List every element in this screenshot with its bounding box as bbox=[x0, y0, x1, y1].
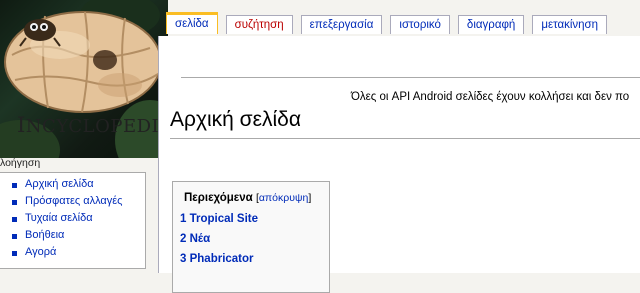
sidebar-item-label: Αγορά bbox=[25, 246, 57, 258]
toc-item-phabricator[interactable]: 3 Phabricator bbox=[180, 253, 254, 265]
sidebar-item-recent-changes[interactable]: Πρόσφατες αλλαγές bbox=[12, 195, 122, 207]
toc-item-number: 2 bbox=[180, 233, 187, 245]
page-actions-tabs: σελίδα συζήτηση επεξεργασία ιστορικό δια… bbox=[166, 12, 615, 35]
toc-item-label: Tropical Site bbox=[189, 213, 258, 225]
toc-hide-link[interactable]: απόκρυψη bbox=[259, 192, 308, 204]
content-divider bbox=[181, 77, 640, 78]
bullet-icon bbox=[12, 217, 17, 222]
main-content: Όλες οι API Android σελίδες έχουν κολλήσ… bbox=[158, 36, 640, 293]
tab-edit[interactable]: επεξεργασία bbox=[300, 15, 383, 34]
bullet-icon bbox=[12, 200, 17, 205]
bullet-icon bbox=[12, 234, 17, 239]
sidebar-item-help[interactable]: Βοήθεια bbox=[12, 229, 64, 241]
tab-history[interactable]: ιστορικό bbox=[390, 15, 450, 34]
tab-page[interactable]: σελίδα bbox=[166, 12, 218, 34]
sidebar-item-label: Αρχική σελίδα bbox=[25, 178, 94, 190]
sidebar-item-main-page[interactable]: Αρχική σελίδα bbox=[12, 178, 94, 190]
toc-title: Περιεχόμενα [απόκρυψη] bbox=[184, 192, 311, 204]
page-title: Αρχική σελίδα bbox=[170, 108, 301, 131]
site-logo[interactable]: INCYCLOPEDIA bbox=[0, 0, 168, 158]
bullet-icon bbox=[12, 251, 17, 256]
toc-item-tropical-site[interactable]: 1 Tropical Site bbox=[180, 213, 258, 225]
logo-wordmark-first-letter: I bbox=[17, 113, 26, 137]
bullet-icon bbox=[12, 183, 17, 188]
logo-wordmark: INCYCLOPEDIA bbox=[17, 113, 168, 137]
tab-move[interactable]: μετακίνηση bbox=[532, 15, 608, 34]
toc-item-label: Phabricator bbox=[189, 253, 254, 265]
title-divider bbox=[170, 138, 640, 139]
toc-item-news[interactable]: 2 Νέα bbox=[180, 233, 210, 245]
toc-item-label: Νέα bbox=[189, 233, 211, 245]
logo-wordmark-middle: NCYCLOPEDI bbox=[25, 116, 160, 137]
sidebar-item-label: Πρόσφατες αλλαγές bbox=[25, 195, 123, 207]
tab-delete[interactable]: διαγραφή bbox=[457, 15, 525, 34]
toc-toggle-close-bracket: ] bbox=[308, 192, 312, 204]
toc-heading: Περιεχόμενα bbox=[184, 192, 253, 204]
table-of-contents: Περιεχόμενα [απόκρυψη] 1 Tropical Site 2… bbox=[172, 181, 330, 293]
toc-item-number: 1 bbox=[180, 213, 187, 225]
tab-talk[interactable]: συζήτηση bbox=[225, 15, 293, 34]
toc-toggle: [απόκρυψη] bbox=[256, 192, 311, 204]
sidebar-item-market[interactable]: Αγορά bbox=[12, 246, 56, 258]
navigation-portlet: Αρχική σελίδα Πρόσφατες αλλαγές Τυχαία σ… bbox=[0, 172, 146, 269]
sidebar-item-label: Βοήθεια bbox=[25, 229, 65, 241]
sidebar-item-random-page[interactable]: Τυχαία σελίδα bbox=[12, 212, 93, 224]
site-notice: Όλες οι API Android σελίδες έχουν κολλήσ… bbox=[351, 91, 630, 103]
sidebar-item-label: Τυχαία σελίδα bbox=[25, 212, 93, 224]
navigation-heading: λοήγηση bbox=[0, 157, 41, 169]
toc-item-number: 3 bbox=[180, 253, 187, 265]
